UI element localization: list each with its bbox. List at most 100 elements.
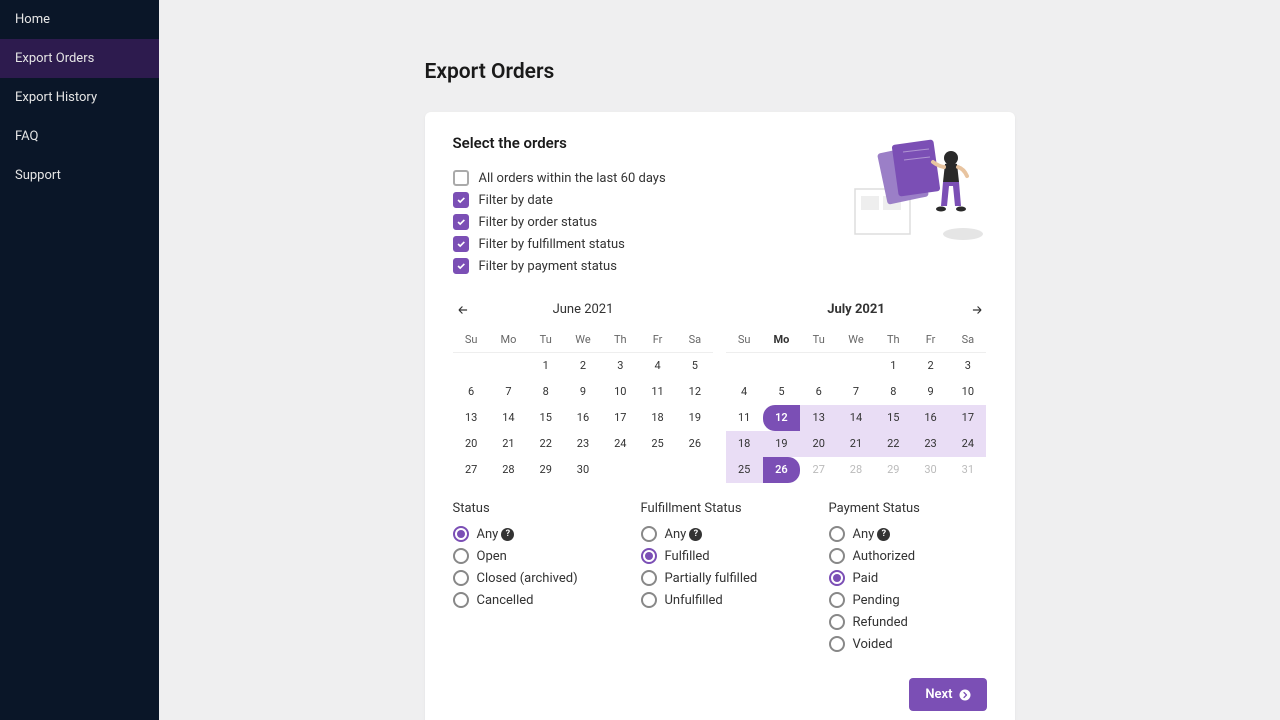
cal-day[interactable]: 5 — [676, 353, 713, 379]
radio[interactable] — [453, 526, 469, 542]
cal-day[interactable]: 2 — [564, 353, 601, 379]
radio[interactable] — [829, 526, 845, 542]
radio[interactable] — [641, 570, 657, 586]
radio[interactable] — [453, 592, 469, 608]
cal-day[interactable]: 19 — [676, 405, 713, 431]
cal-day[interactable]: 27 — [800, 457, 837, 483]
cal-day[interactable]: 25 — [639, 431, 676, 457]
radio-option[interactable]: Authorized — [829, 548, 987, 564]
radio[interactable] — [829, 636, 845, 652]
cal-day[interactable]: 9 — [912, 379, 949, 405]
radio-option[interactable]: Any? — [641, 526, 799, 542]
cal-day[interactable]: 30 — [912, 457, 949, 483]
next-month-button[interactable] — [967, 300, 987, 320]
cal-day[interactable]: 10 — [949, 379, 986, 405]
cal-day[interactable]: 5 — [763, 379, 800, 405]
radio-option[interactable]: Closed (archived) — [453, 570, 611, 586]
cal-day[interactable]: 26 — [763, 457, 800, 483]
cal-day[interactable]: 22 — [875, 431, 912, 457]
cal-day[interactable]: 26 — [676, 431, 713, 457]
sidebar-item-export-history[interactable]: Export History — [0, 78, 159, 117]
cal-day[interactable]: 21 — [490, 431, 527, 457]
checkbox[interactable] — [453, 258, 469, 274]
cal-day[interactable]: 25 — [726, 457, 763, 483]
help-icon[interactable]: ? — [501, 528, 514, 541]
cal-day[interactable]: 16 — [564, 405, 601, 431]
cal-day[interactable]: 1 — [875, 353, 912, 379]
cal-day[interactable]: 11 — [639, 379, 676, 405]
cal-day[interactable]: 29 — [527, 457, 564, 483]
cal-day[interactable]: 7 — [490, 379, 527, 405]
cal-day[interactable]: 23 — [564, 431, 601, 457]
radio[interactable] — [829, 592, 845, 608]
sidebar-item-home[interactable]: Home — [0, 0, 159, 39]
checkbox[interactable] — [453, 214, 469, 230]
cal-day[interactable]: 14 — [837, 405, 874, 431]
cal-day[interactable]: 8 — [527, 379, 564, 405]
cal-day[interactable]: 28 — [837, 457, 874, 483]
radio[interactable] — [453, 570, 469, 586]
sidebar-item-support[interactable]: Support — [0, 156, 159, 195]
cal-day[interactable]: 14 — [490, 405, 527, 431]
cal-day[interactable]: 3 — [602, 353, 639, 379]
cal-day[interactable]: 13 — [453, 405, 490, 431]
filter-row[interactable]: Filter by payment status — [453, 258, 987, 274]
radio-option[interactable]: Pending — [829, 592, 987, 608]
radio-option[interactable]: Partially fulfilled — [641, 570, 799, 586]
cal-day[interactable]: 2 — [912, 353, 949, 379]
cal-day[interactable]: 18 — [639, 405, 676, 431]
cal-day[interactable]: 30 — [564, 457, 601, 483]
radio[interactable] — [641, 548, 657, 564]
radio[interactable] — [641, 526, 657, 542]
radio-option[interactable]: Cancelled — [453, 592, 611, 608]
cal-day[interactable]: 31 — [949, 457, 986, 483]
cal-day[interactable]: 17 — [949, 405, 986, 431]
cal-day[interactable]: 27 — [453, 457, 490, 483]
cal-day[interactable]: 21 — [837, 431, 874, 457]
sidebar-item-export-orders[interactable]: Export Orders — [0, 39, 159, 78]
radio-option[interactable]: Unfulfilled — [641, 592, 799, 608]
cal-day[interactable]: 28 — [490, 457, 527, 483]
cal-day[interactable]: 12 — [676, 379, 713, 405]
cal-day[interactable]: 12 — [763, 405, 800, 431]
cal-day[interactable]: 22 — [527, 431, 564, 457]
cal-day[interactable]: 13 — [800, 405, 837, 431]
help-icon[interactable]: ? — [689, 528, 702, 541]
cal-day[interactable]: 8 — [875, 379, 912, 405]
cal-day[interactable]: 20 — [800, 431, 837, 457]
radio[interactable] — [829, 614, 845, 630]
radio-option[interactable]: Open — [453, 548, 611, 564]
cal-day[interactable]: 24 — [602, 431, 639, 457]
cal-day[interactable]: 16 — [912, 405, 949, 431]
checkbox[interactable] — [453, 192, 469, 208]
radio[interactable] — [453, 548, 469, 564]
cal-day[interactable]: 3 — [949, 353, 986, 379]
cal-day[interactable]: 24 — [949, 431, 986, 457]
cal-day[interactable]: 19 — [763, 431, 800, 457]
cal-day[interactable]: 4 — [639, 353, 676, 379]
cal-day[interactable]: 11 — [726, 405, 763, 431]
cal-day[interactable]: 29 — [875, 457, 912, 483]
radio[interactable] — [641, 592, 657, 608]
cal-day[interactable]: 15 — [875, 405, 912, 431]
prev-month-button[interactable] — [453, 300, 473, 320]
radio-option[interactable]: Refunded — [829, 614, 987, 630]
cal-day[interactable]: 7 — [837, 379, 874, 405]
radio-option[interactable]: Any? — [453, 526, 611, 542]
cal-day[interactable]: 9 — [564, 379, 601, 405]
radio-option[interactable]: Any? — [829, 526, 987, 542]
sidebar-item-faq[interactable]: FAQ — [0, 117, 159, 156]
cal-day[interactable]: 6 — [453, 379, 490, 405]
checkbox[interactable] — [453, 170, 469, 186]
cal-day[interactable]: 1 — [527, 353, 564, 379]
cal-day[interactable]: 4 — [726, 379, 763, 405]
help-icon[interactable]: ? — [877, 528, 890, 541]
radio[interactable] — [829, 570, 845, 586]
cal-day[interactable]: 10 — [602, 379, 639, 405]
cal-day[interactable]: 6 — [800, 379, 837, 405]
next-button[interactable]: Next — [909, 678, 986, 711]
cal-day[interactable]: 17 — [602, 405, 639, 431]
checkbox[interactable] — [453, 236, 469, 252]
radio-option[interactable]: Paid — [829, 570, 987, 586]
radio[interactable] — [829, 548, 845, 564]
